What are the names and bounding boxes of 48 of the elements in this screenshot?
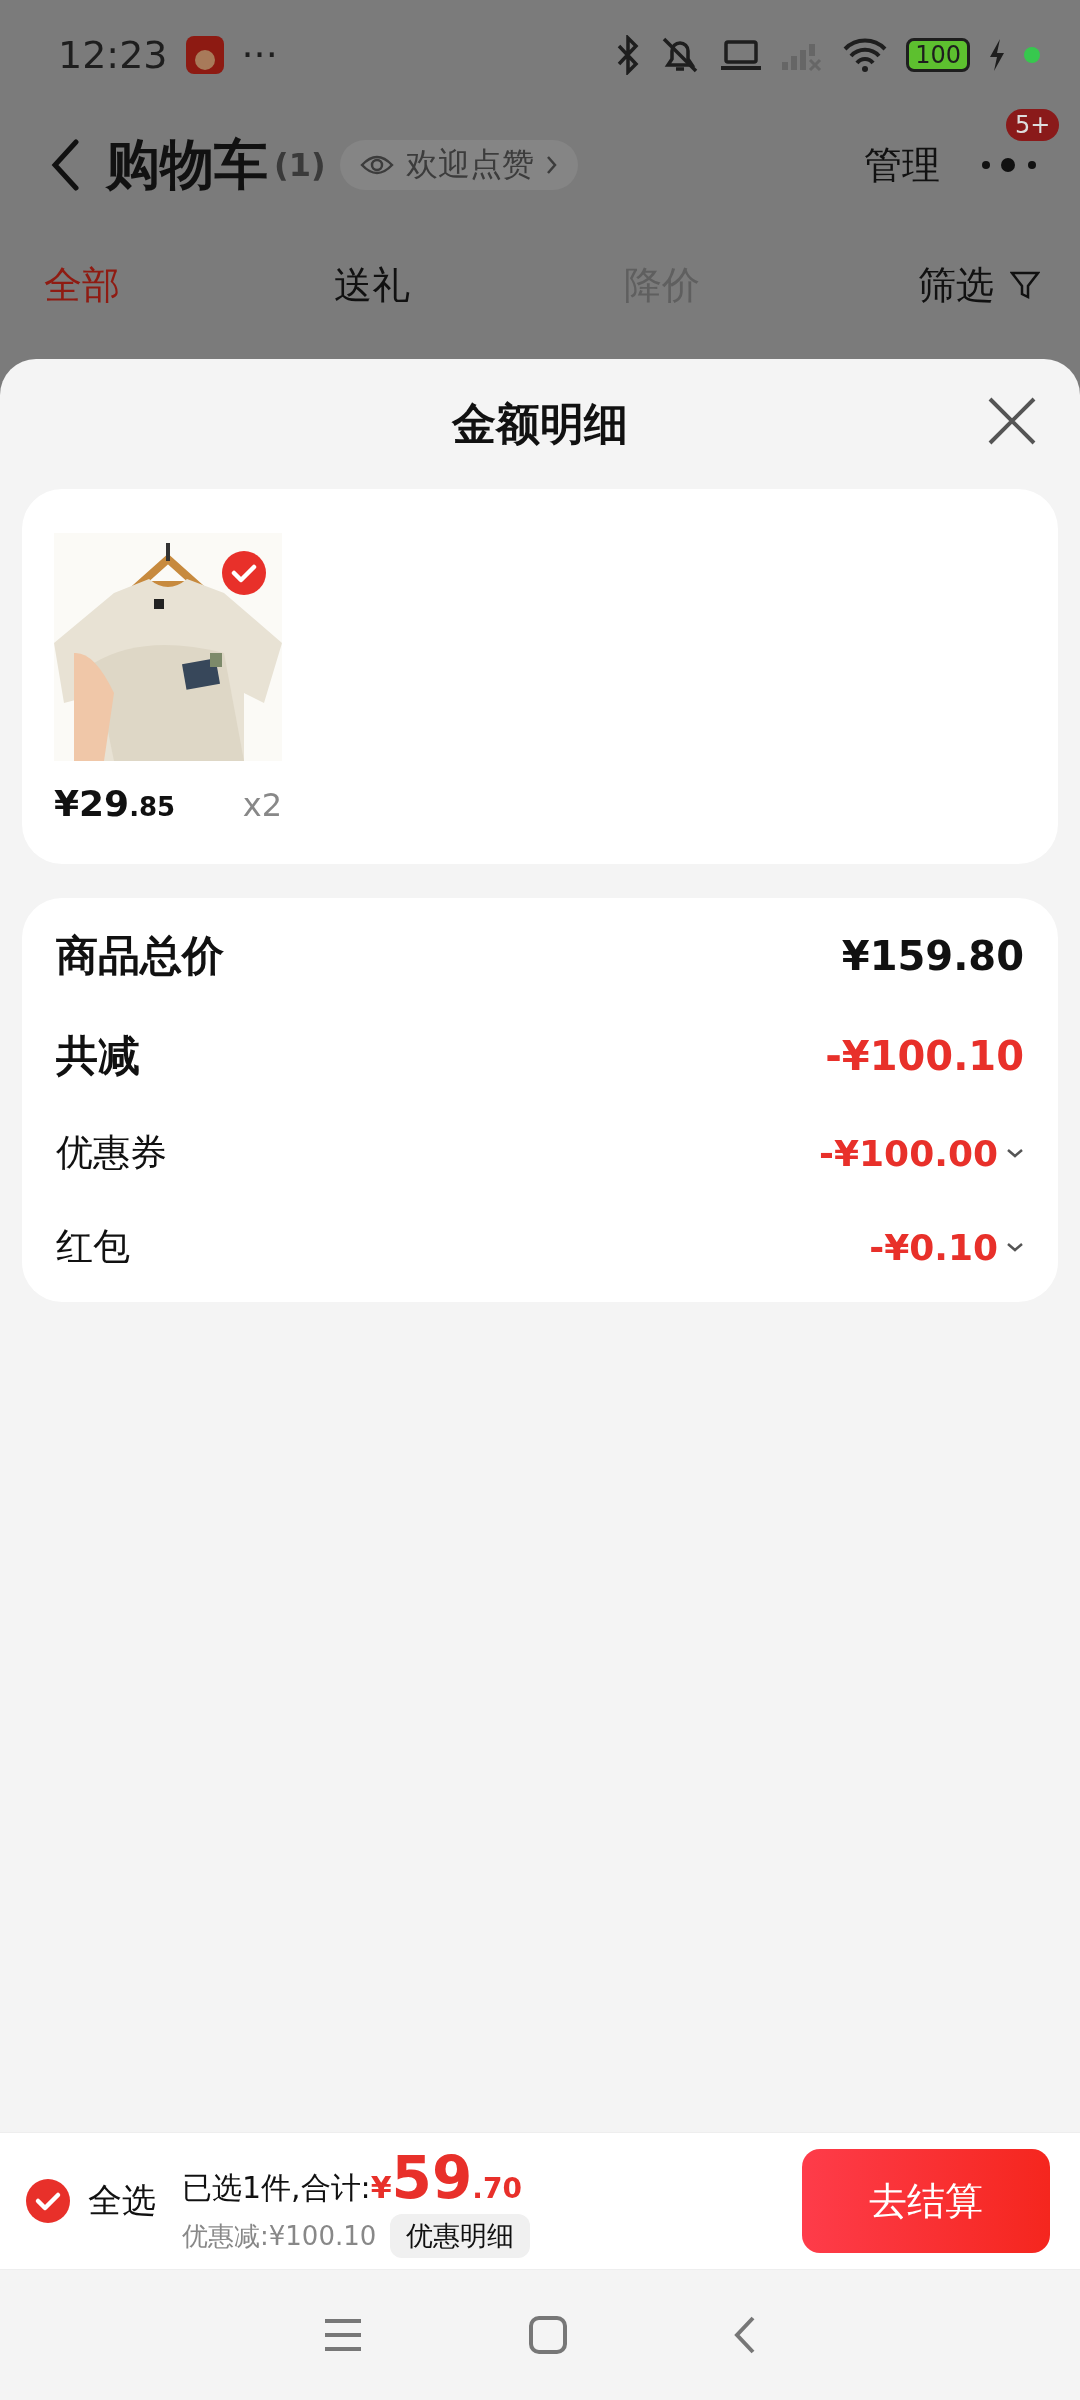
select-all-label[interactable]: 全选 <box>88 2178 156 2224</box>
like-chip-label: 欢迎点赞 <box>405 144 534 185</box>
like-chip[interactable]: 欢迎点赞 <box>339 140 578 190</box>
item-price: ¥29.85 <box>54 783 176 824</box>
summary-label: 优惠券 <box>56 1130 167 1176</box>
more-notifications-text: ··· <box>241 33 278 77</box>
wifi-icon <box>842 37 889 73</box>
charging-icon <box>988 39 1006 71</box>
close-icon <box>986 395 1038 447</box>
sheet-title: 金额明细 <box>452 396 628 451</box>
item-quantity: x2 <box>242 786 282 824</box>
cart-count: (1) <box>274 146 326 184</box>
app-icon <box>185 36 224 74</box>
filter-tab[interactable]: 送礼 <box>334 259 624 311</box>
chevron-down-icon[interactable] <box>1006 1242 1024 1252</box>
total-price: 59 <box>391 2144 473 2212</box>
currency-symbol: ¥ <box>370 2170 392 2205</box>
eye-icon <box>359 153 394 177</box>
checkout-button[interactable]: 去结算 <box>802 2149 1050 2253</box>
bluetooth-icon <box>616 35 641 75</box>
summary-value: -¥100.00 <box>819 1132 998 1174</box>
filter-button[interactable]: 筛选 <box>918 259 1040 311</box>
status-time: 12:23 <box>58 33 168 77</box>
checkbox-checked-icon[interactable] <box>222 551 266 595</box>
summary-label: 商品总价 <box>56 930 224 982</box>
summary-label: 红包 <box>56 1224 130 1270</box>
battery-level: 100 <box>906 38 970 72</box>
funnel-icon <box>1010 270 1040 300</box>
back-icon[interactable] <box>50 139 80 191</box>
summary-label: 共减 <box>56 1030 140 1082</box>
summary-value: -¥0.10 <box>869 1226 998 1268</box>
discount-detail-button[interactable]: 优惠明细 <box>390 2214 531 2258</box>
notification-badge: 5+ <box>1006 109 1060 141</box>
chevron-right-icon <box>545 155 558 175</box>
selected-summary: 已选1件,合计: <box>182 2169 371 2207</box>
manage-button[interactable]: 管理 <box>864 139 940 191</box>
summary-value: ¥159.80 <box>841 933 1024 979</box>
laptop-icon <box>720 39 763 71</box>
status-dot-icon <box>1024 47 1040 63</box>
checkbox-checked-icon[interactable] <box>26 2179 70 2223</box>
page-title: 购物车 <box>106 131 268 198</box>
discount-text: 优惠减:¥100.10 <box>182 2219 377 2253</box>
menu-icon[interactable] <box>322 2318 363 2352</box>
summary-value: -¥100.10 <box>825 1033 1024 1079</box>
close-button[interactable] <box>986 395 1038 447</box>
chevron-down-icon[interactable] <box>1006 1148 1024 1158</box>
home-icon[interactable] <box>528 2315 568 2355</box>
total-price-decimal: .70 <box>472 2172 522 2205</box>
